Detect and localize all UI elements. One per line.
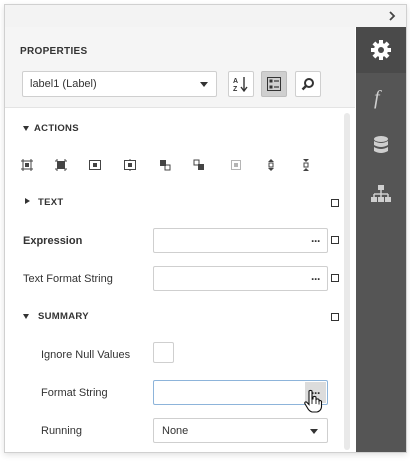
align-to-grid-icon	[21, 159, 33, 171]
chevron-down-icon	[310, 429, 318, 434]
actions-toolbar	[5, 155, 343, 179]
decrease-spacing-button[interactable]	[296, 155, 316, 175]
section-summary-label: SUMMARY	[38, 311, 89, 322]
fit-bounds-to-container-icon	[231, 160, 241, 170]
function-icon: f	[374, 87, 382, 109]
increase-spacing-button[interactable]	[261, 155, 281, 175]
format-string-field[interactable]: ···	[153, 380, 328, 405]
center-vertically-button[interactable]	[120, 155, 140, 175]
size-to-grid-icon	[55, 159, 67, 171]
format-string-label: Format String	[41, 387, 108, 399]
section-text-marker[interactable]	[331, 199, 339, 207]
expression-marker[interactable]	[331, 236, 339, 244]
center-horizontally-icon	[89, 160, 101, 170]
expanded-arrow-icon	[23, 314, 29, 319]
format-string-ellipsis-button[interactable]: ···	[305, 382, 326, 403]
gear-icon	[371, 40, 391, 60]
sort-alphabetical-icon: A Z	[233, 77, 248, 93]
vertical-scrollbar[interactable]	[344, 113, 350, 450]
tab-report-explorer[interactable]	[356, 171, 406, 217]
fit-bounds-button[interactable]	[226, 155, 246, 175]
report-explorer-icon	[371, 185, 391, 202]
expanded-arrow-icon	[23, 126, 29, 131]
component-select[interactable]: label1 (Label)	[22, 71, 217, 97]
running-select[interactable]: None	[153, 418, 328, 443]
svg-text:f: f	[374, 87, 382, 109]
bring-to-front-button[interactable]	[155, 155, 175, 175]
categorized-button[interactable]	[261, 71, 287, 97]
tab-properties[interactable]	[356, 27, 406, 73]
running-label: Running	[41, 425, 82, 437]
text-format-string-ellipsis-button[interactable]: ···	[305, 268, 326, 289]
right-tab-bar: f	[356, 27, 406, 452]
section-text-header[interactable]: TEXT	[5, 193, 343, 215]
send-to-back-button[interactable]	[189, 155, 209, 175]
text-format-string-field[interactable]: ···	[153, 266, 328, 291]
center-vertically-icon	[124, 159, 136, 171]
svg-text:Z: Z	[233, 86, 238, 93]
chevron-right-icon	[389, 11, 396, 21]
search-icon	[301, 78, 314, 91]
tab-expressions[interactable]: f	[356, 75, 406, 121]
collapse-panel-button[interactable]	[384, 8, 400, 24]
send-to-back-icon	[193, 159, 204, 170]
text-format-string-label: Text Format String	[23, 273, 113, 285]
decrease-vertical-spacing-icon	[303, 159, 309, 171]
tab-field-list[interactable]	[356, 123, 406, 169]
ignore-null-values-label: Ignore Null Values	[41, 349, 131, 361]
database-icon	[374, 136, 388, 153]
bring-to-front-icon	[160, 160, 171, 171]
section-actions-label: ACTIONS	[34, 123, 79, 134]
chevron-down-icon	[200, 82, 208, 87]
expression-field[interactable]: ···	[153, 228, 328, 253]
running-select-value: None	[162, 425, 189, 437]
size-to-grid-button[interactable]	[51, 155, 71, 175]
section-actions-header[interactable]: ACTIONS	[5, 119, 343, 141]
panel-title: PROPERTIES	[20, 46, 88, 57]
ellipsis-icon: ···	[311, 385, 321, 400]
section-summary-marker[interactable]	[331, 313, 339, 321]
align-to-grid-button[interactable]	[17, 155, 37, 175]
section-summary-header[interactable]: SUMMARY	[5, 307, 343, 329]
collapsed-arrow-icon	[25, 198, 30, 204]
search-button[interactable]	[295, 71, 321, 97]
categorized-icon	[267, 77, 281, 91]
top-bar	[5, 5, 406, 27]
expression-ellipsis-button[interactable]: ···	[305, 230, 326, 251]
increase-vertical-spacing-icon	[268, 159, 274, 171]
section-text-label: TEXT	[38, 197, 64, 208]
ellipsis-icon: ···	[311, 233, 321, 248]
text-format-string-marker[interactable]	[331, 274, 339, 282]
sort-alphabetically-button[interactable]: A Z	[228, 71, 254, 97]
svg-text:A: A	[233, 78, 238, 85]
properties-window: PROPERTIES label1 (Label) A Z ACTIONS TE…	[4, 4, 407, 453]
properties-header: PROPERTIES label1 (Label) A Z	[5, 27, 355, 108]
component-select-value: label1 (Label)	[30, 78, 97, 90]
ignore-null-values-checkbox[interactable]	[153, 342, 174, 363]
expression-label: Expression	[23, 235, 83, 247]
ellipsis-icon: ···	[311, 271, 321, 286]
properties-panel: PROPERTIES label1 (Label) A Z ACTIONS TE…	[5, 27, 355, 452]
center-horizontally-button[interactable]	[85, 155, 105, 175]
